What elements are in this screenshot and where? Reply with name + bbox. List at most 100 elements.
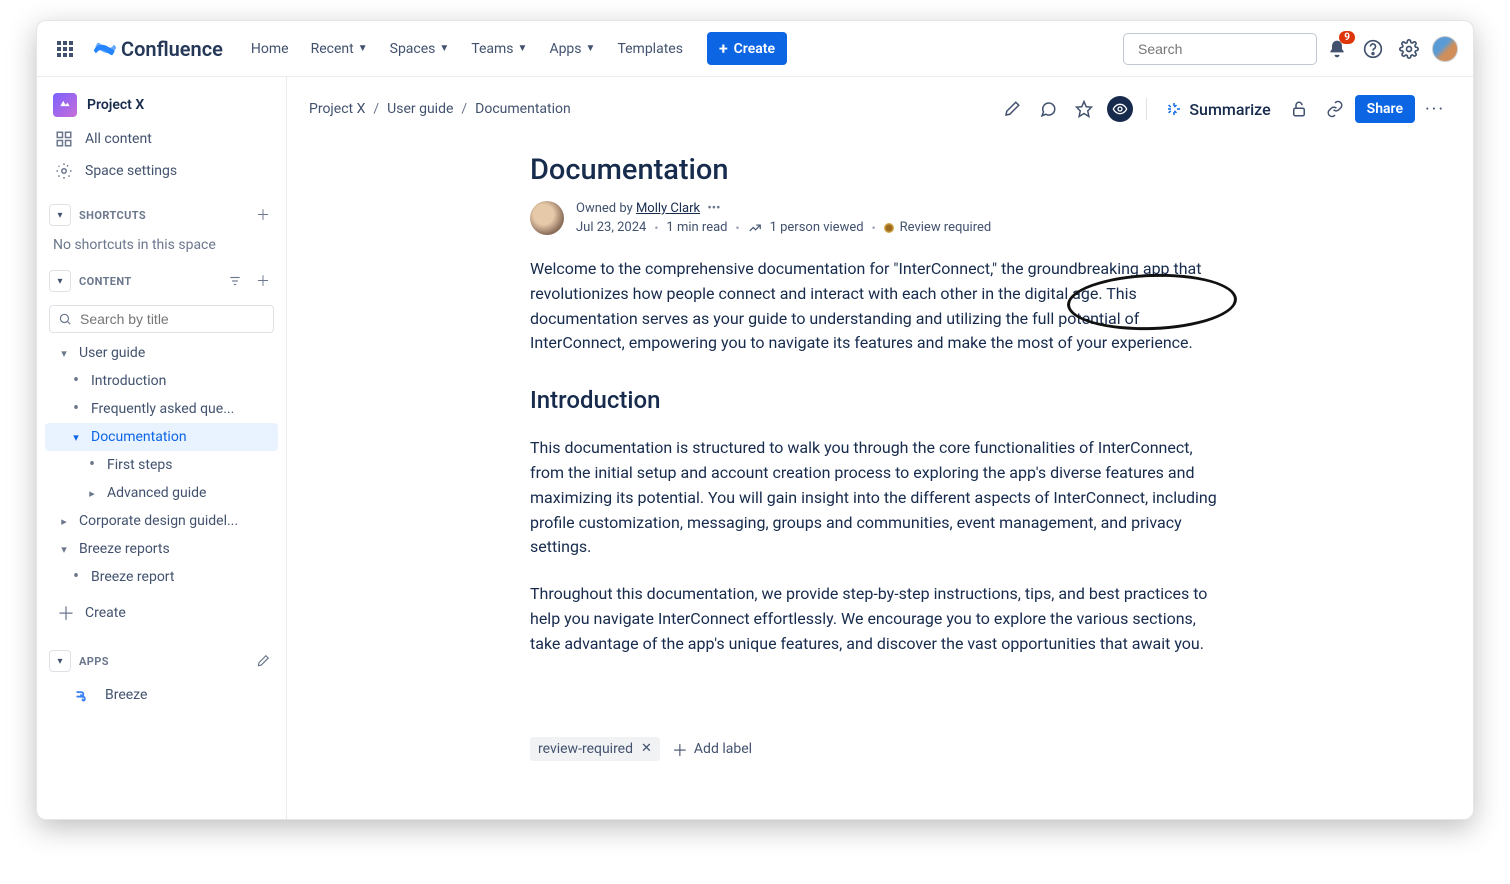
body-paragraph: Throughout this documentation, we provid… <box>530 582 1230 656</box>
nav-spaces[interactable]: Spaces▼ <box>380 35 460 63</box>
edit-button[interactable] <box>996 93 1028 125</box>
pencil-icon <box>1003 100 1021 118</box>
sparkle-icon <box>1165 100 1183 118</box>
page-header: Project X / User guide / Documentation S… <box>287 77 1473 133</box>
copy-link-button[interactable] <box>1319 93 1351 125</box>
tree-documentation[interactable]: ▾Documentation <box>45 423 278 451</box>
more-icon: ··· <box>1425 99 1445 120</box>
sidebar-space-settings[interactable]: Space settings <box>45 155 278 187</box>
grid-icon <box>55 130 73 148</box>
gear-icon <box>55 162 73 180</box>
tree-first-steps[interactable]: •First steps <box>45 451 278 479</box>
profile-avatar[interactable] <box>1429 33 1461 65</box>
page-actions: Summarize Share ··· <box>996 93 1451 125</box>
link-icon <box>1326 100 1344 118</box>
tree-breeze-reports[interactable]: ▾Breeze reports <box>45 535 278 563</box>
section-heading: Introduction <box>530 386 1230 414</box>
product-logo[interactable]: Confluence <box>85 37 231 61</box>
ey-icon <box>1112 101 1128 117</box>
filter-icon <box>228 274 242 288</box>
nav-recent[interactable]: Recent▼ <box>301 35 378 63</box>
crumb-space[interactable]: Project X <box>309 101 365 117</box>
tree-advanced-guide[interactable]: ▸Advanced guide <box>45 479 278 507</box>
label-chip[interactable]: review-required ✕ <box>530 737 660 761</box>
summarize-button[interactable]: Summarize <box>1157 95 1278 124</box>
tree-faq[interactable]: •Frequently asked que... <box>45 395 278 423</box>
add-shortcut-button[interactable]: ＋ <box>252 204 274 226</box>
help-icon <box>1363 39 1383 59</box>
plus-icon: ＋ <box>256 271 270 291</box>
title-search-input[interactable] <box>80 311 265 327</box>
apps-section: ▾ APPS <box>45 643 278 679</box>
notifications-button[interactable]: 9 <box>1321 33 1353 65</box>
nav-home[interactable]: Home <box>241 35 299 63</box>
app-breeze[interactable]: Breeze <box>45 679 278 711</box>
space-icon <box>53 93 77 117</box>
watch-button[interactable] <box>1104 93 1136 125</box>
nav-teams[interactable]: Teams▼ <box>461 35 537 63</box>
author-link[interactable]: Molly Clark <box>636 201 700 216</box>
product-name: Confluence <box>121 37 223 61</box>
comment-button[interactable] <box>1032 93 1064 125</box>
space-header[interactable]: Project X <box>45 87 278 123</box>
byline-more-icon[interactable]: ••• <box>703 201 724 216</box>
top-nav: Confluence Home Recent▼ Spaces▼ Teams▼ A… <box>37 21 1473 77</box>
chevron-right-icon: ▸ <box>55 515 73 528</box>
filter-button[interactable] <box>224 270 246 292</box>
sidebar-all-content[interactable]: All content <box>45 123 278 155</box>
app-switcher-icon[interactable] <box>49 33 81 65</box>
crumb-parent[interactable]: User guide <box>387 101 453 117</box>
analytics-icon <box>748 221 762 235</box>
chevron-right-icon: ▸ <box>83 487 101 500</box>
status-dot-icon <box>884 223 894 233</box>
star-button[interactable] <box>1068 93 1100 125</box>
notification-count: 9 <box>1339 31 1355 44</box>
chevron-down-icon[interactable]: ▾ <box>49 204 71 226</box>
space-name: Project X <box>87 97 144 113</box>
crumb-current: Documentation <box>475 101 571 117</box>
chevron-down-icon: ▼ <box>518 43 528 54</box>
help-button[interactable] <box>1357 33 1389 65</box>
search-input[interactable] <box>1138 41 1319 57</box>
chevron-down-icon: ▼ <box>358 43 368 54</box>
chevron-down-icon[interactable]: ▾ <box>49 270 71 292</box>
body-paragraph: This documentation is structured to walk… <box>530 436 1230 560</box>
global-search[interactable] <box>1123 33 1317 65</box>
add-label-button[interactable]: ＋ Add label <box>672 737 752 761</box>
settings-button[interactable] <box>1393 33 1425 65</box>
byline: Owned by Molly Clark ••• Jul 23, 2024 • … <box>530 201 1230 235</box>
article: Documentation Owned by Molly Clark ••• J… <box>510 133 1250 801</box>
avatar-icon <box>1432 36 1458 62</box>
confluence-icon <box>93 37 117 61</box>
title-search[interactable] <box>49 305 274 333</box>
plus-icon: + <box>719 39 728 58</box>
edit-apps-button[interactable] <box>252 650 274 672</box>
restrictions-button[interactable] <box>1283 93 1315 125</box>
read-time: 1 min read <box>666 220 727 235</box>
status-pill[interactable]: Review required <box>884 220 992 235</box>
labels-row: review-required ✕ ＋ Add label <box>530 737 1230 761</box>
author-avatar[interactable] <box>530 201 564 235</box>
view-count[interactable]: 1 person viewed <box>770 220 864 235</box>
status-label: Review required <box>900 220 992 235</box>
chevron-down-icon[interactable]: ▾ <box>49 650 71 672</box>
plus-icon: ＋ <box>672 737 688 761</box>
add-content-button[interactable]: ＋ <box>252 270 274 292</box>
tree-breeze-report[interactable]: •Breeze report <box>45 563 278 591</box>
content-section: ▾ CONTENT ＋ <box>45 263 278 299</box>
remove-label-icon[interactable]: ✕ <box>639 741 654 756</box>
sidebar-create-button[interactable]: ＋ Create <box>45 593 278 633</box>
tree-user-guide[interactable]: ▾User guide <box>45 339 278 367</box>
intro-paragraph: Welcome to the comprehensive documentati… <box>530 257 1230 356</box>
comment-icon <box>1039 100 1057 118</box>
create-button[interactable]: + Create <box>707 32 787 65</box>
tree-introduction[interactable]: •Introduction <box>45 367 278 395</box>
more-actions-button[interactable]: ··· <box>1419 93 1451 125</box>
search-icon <box>58 312 72 326</box>
share-button[interactable]: Share <box>1355 95 1415 123</box>
tree-corporate-design[interactable]: ▸Corporate design guidel... <box>45 507 278 535</box>
nav-templates[interactable]: Templates <box>607 35 693 63</box>
chevron-down-icon: ▼ <box>586 43 596 54</box>
lock-open-icon <box>1290 100 1308 118</box>
nav-apps[interactable]: Apps▼ <box>539 35 605 63</box>
